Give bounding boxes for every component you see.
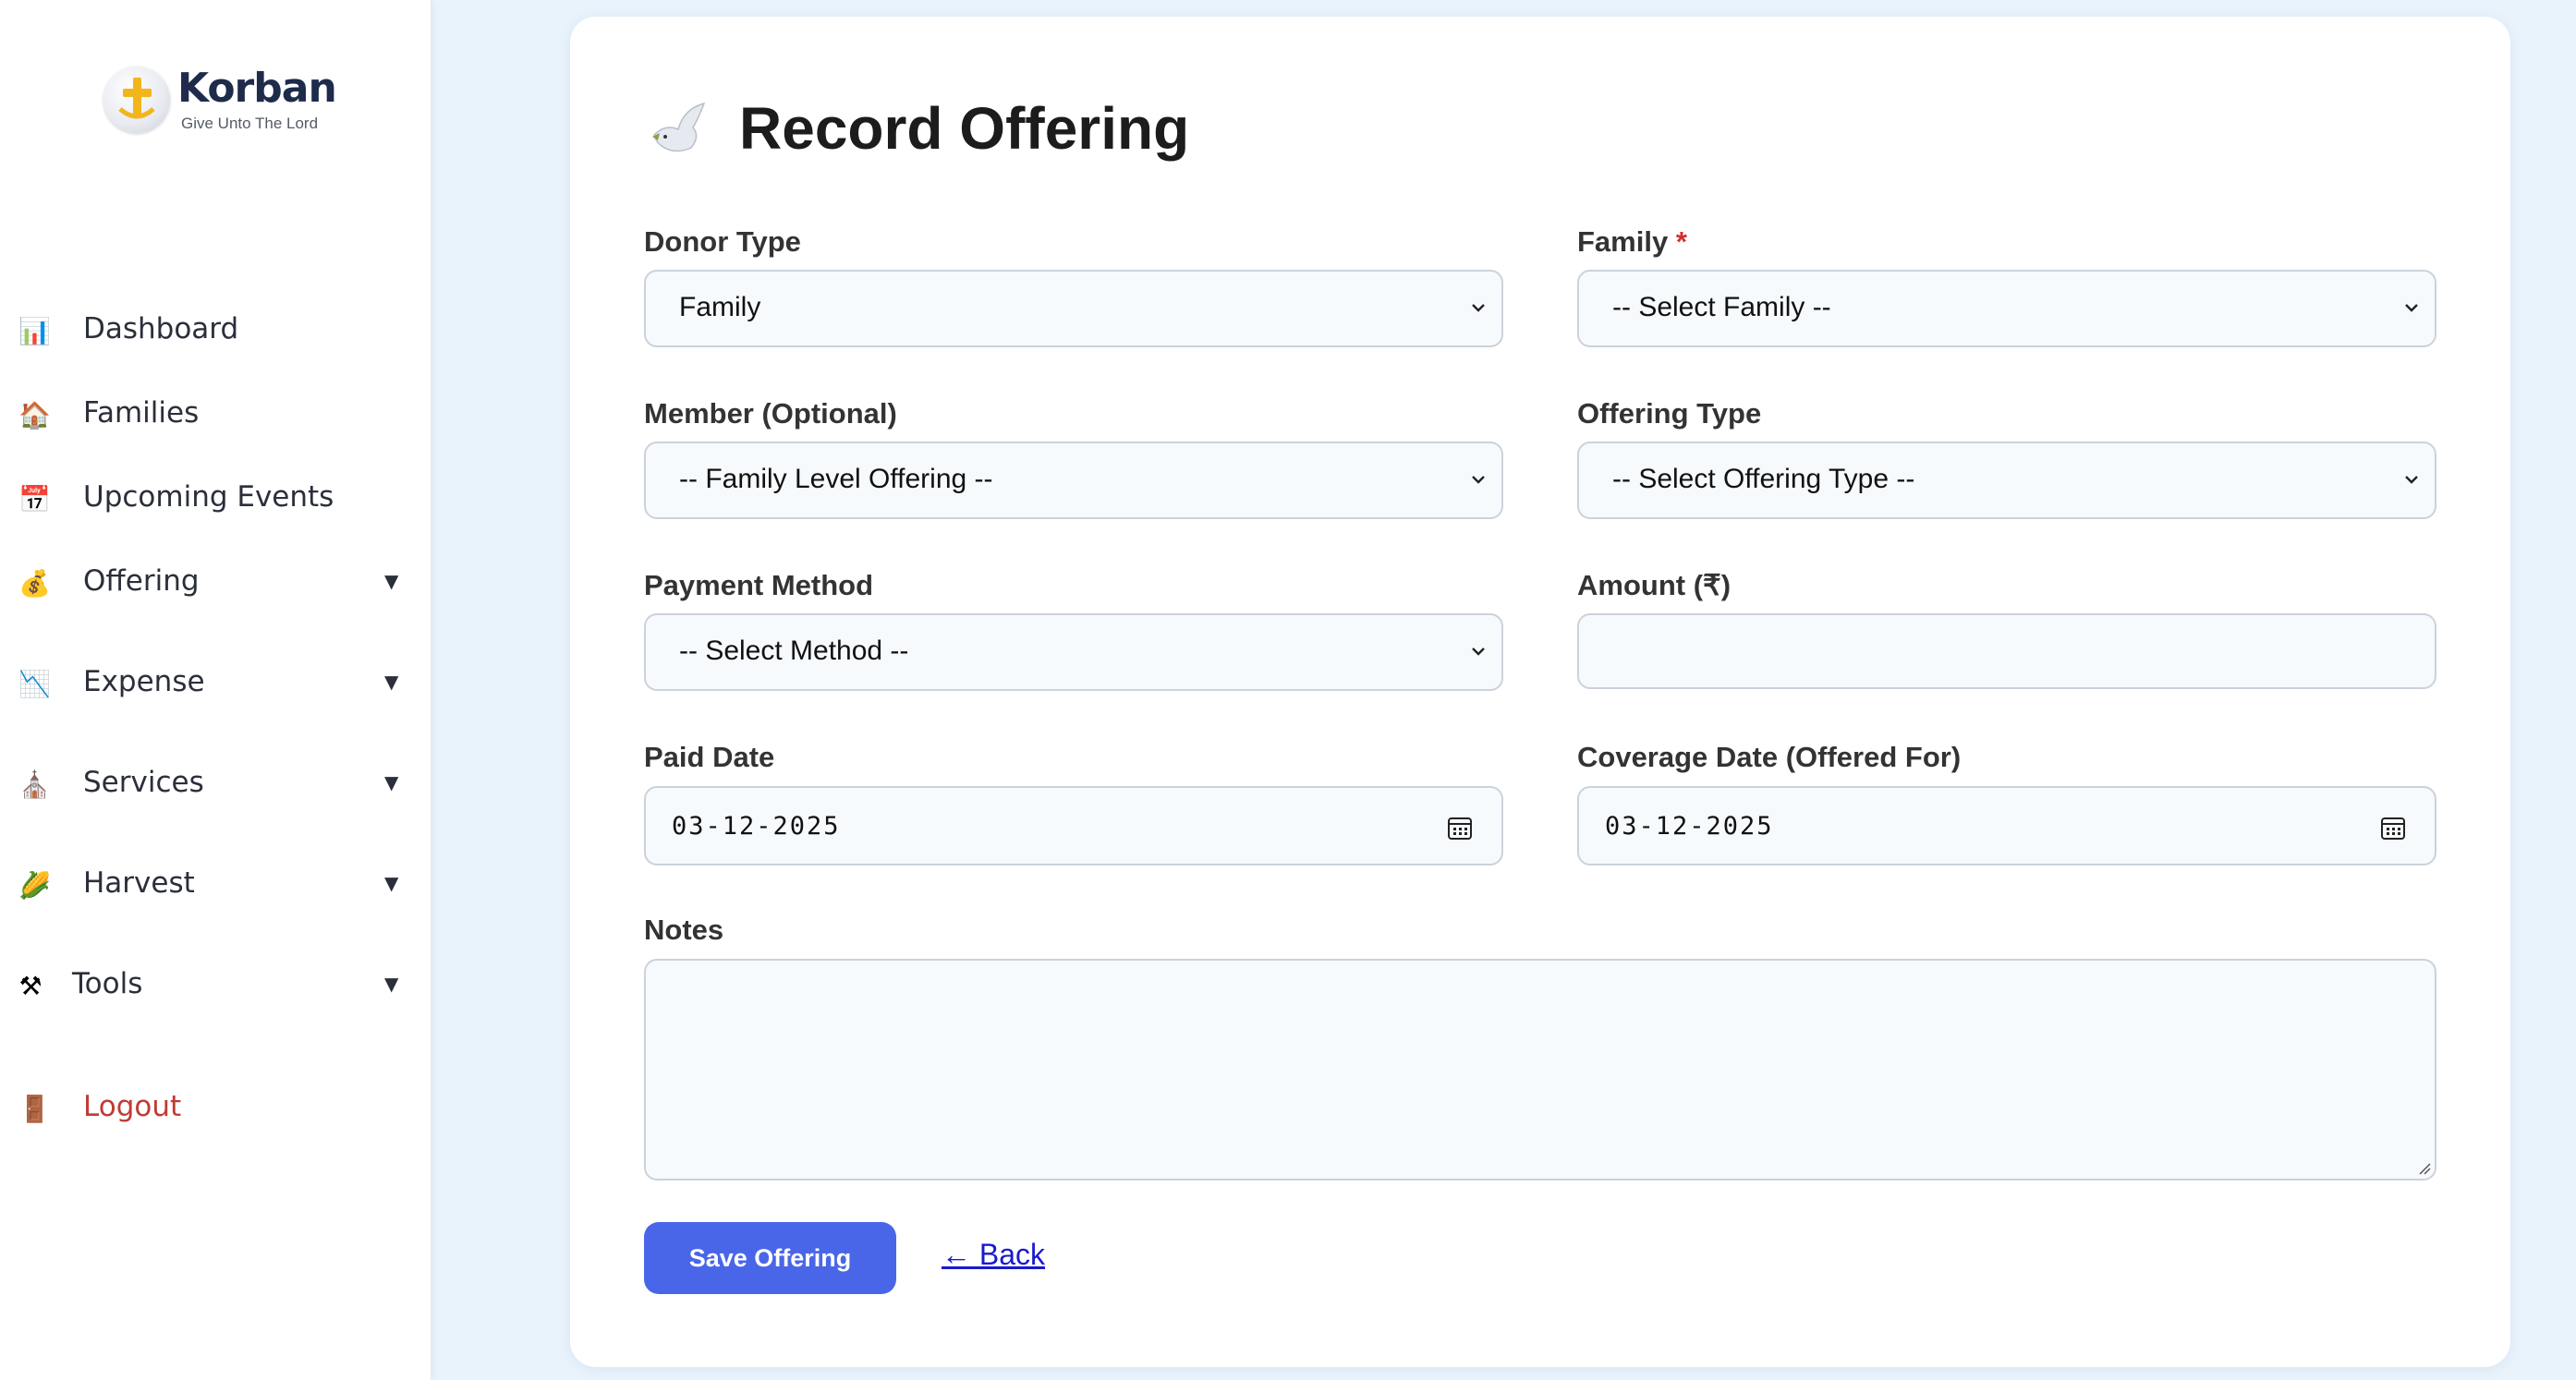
paid-date-input[interactable]: 03-12-2025: [644, 786, 1503, 866]
brand-logo[interactable]: Korban Give Unto The Lord: [103, 65, 337, 139]
calendar-icon[interactable]: [2379, 814, 2407, 841]
member-value: -- Family Level Offering --: [679, 464, 993, 494]
calendar-icon[interactable]: [1446, 814, 1474, 841]
chevron-down-icon: [1472, 648, 1485, 656]
payment-method-label: Payment Method: [644, 569, 874, 601]
chevron-down-icon: [1472, 476, 1485, 484]
caret-down-icon[interactable]: ▼: [384, 872, 398, 894]
sidebar-item-upcoming-events[interactable]: 📅 Upcoming Events: [0, 464, 431, 528]
paid-date-label: Paid Date: [644, 741, 775, 773]
sidebar-item-label: Offering: [83, 564, 200, 598]
offering-type-value: -- Select Offering Type --: [1612, 464, 1915, 494]
back-link[interactable]: ← Back: [942, 1238, 1045, 1272]
brand-tagline: Give Unto The Lord: [181, 115, 319, 132]
sidebar-item-label: Expense: [83, 665, 205, 698]
member-select[interactable]: -- Family Level Offering --: [644, 442, 1503, 519]
family-label-text: Family: [1577, 225, 1669, 258]
sidebar-item-harvest[interactable]: 🌽 Harvest ▼: [0, 850, 431, 914]
chevron-down-icon: [1472, 304, 1485, 312]
sidebar: Korban Give Unto The Lord 📊 Dashboard 🏠 …: [0, 0, 431, 1380]
offering-type-label: Offering Type: [1577, 397, 1762, 430]
sidebar-item-expense[interactable]: 📉 Expense ▼: [0, 648, 431, 713]
sidebar-item-label: Harvest: [83, 866, 195, 900]
cross-icon: [118, 78, 155, 119]
coverage-date-input[interactable]: 03-12-2025: [1577, 786, 2436, 866]
sidebar-item-logout[interactable]: 🚪 Logout: [0, 1073, 431, 1138]
logout-label: Logout: [83, 1090, 182, 1123]
house-icon: 🏠: [18, 400, 51, 430]
coverage-date-value: 03-12-2025: [1605, 812, 1774, 841]
member-label: Member (Optional): [644, 397, 897, 430]
offering-type-select[interactable]: -- Select Offering Type --: [1577, 442, 2436, 519]
corn-icon: 🌽: [18, 870, 51, 901]
donor-type-select[interactable]: Family: [644, 270, 1503, 347]
notes-textarea[interactable]: [644, 959, 2436, 1180]
sidebar-item-label: Dashboard: [83, 312, 239, 345]
sidebar-item-offering[interactable]: 💰 Offering ▼: [0, 548, 431, 612]
save-offering-button[interactable]: Save Offering: [644, 1222, 896, 1294]
required-marker: *: [1675, 225, 1687, 258]
sidebar-item-label: Upcoming Events: [83, 480, 334, 514]
family-label: Family *: [1577, 225, 1687, 259]
donor-type-value: Family: [679, 292, 761, 322]
sidebar-item-label: Services: [83, 766, 204, 799]
sidebar-item-services[interactable]: ⛪ Services ▼: [0, 749, 431, 814]
family-value: -- Select Family --: [1612, 292, 1831, 322]
sidebar-item-dashboard[interactable]: 📊 Dashboard: [0, 296, 431, 360]
sidebar-item-label: Families: [83, 396, 200, 430]
door-icon: 🚪: [18, 1094, 51, 1124]
resize-handle-icon[interactable]: [2416, 1160, 2431, 1175]
brand-name: Korban: [177, 65, 337, 112]
payment-method-select[interactable]: -- Select Method --: [644, 613, 1503, 691]
dove-icon: [652, 102, 706, 152]
caret-down-icon[interactable]: ▼: [384, 973, 398, 995]
payment-method-value: -- Select Method --: [679, 636, 909, 666]
paid-date-value: 03-12-2025: [672, 812, 841, 841]
money-bag-icon: 💰: [18, 568, 51, 599]
caret-down-icon[interactable]: ▼: [384, 671, 398, 693]
sidebar-item-label: Tools: [72, 967, 143, 1000]
notes-label: Notes: [644, 914, 724, 946]
chevron-down-icon: [2405, 304, 2418, 312]
caret-down-icon[interactable]: ▼: [384, 570, 398, 592]
donor-type-label: Donor Type: [644, 225, 801, 258]
page-title: Record Offering: [739, 95, 1190, 162]
chevron-down-icon: [2405, 476, 2418, 484]
amount-input[interactable]: [1577, 613, 2436, 689]
chart-decreasing-icon: 📉: [18, 669, 51, 699]
bar-chart-icon: 📊: [18, 316, 51, 346]
hammer-wrench-icon: ⚒: [18, 971, 43, 1001]
amount-label: Amount (₹): [1577, 569, 1732, 601]
family-select[interactable]: -- Select Family --: [1577, 270, 2436, 347]
sidebar-item-families[interactable]: 🏠 Families: [0, 380, 431, 444]
sidebar-item-tools[interactable]: ⚒ Tools ▼: [0, 950, 431, 1015]
caret-down-icon[interactable]: ▼: [384, 771, 398, 793]
coverage-date-label: Coverage Date (Offered For): [1577, 741, 1962, 773]
church-icon: ⛪: [18, 769, 51, 800]
calendar-icon: 📅: [18, 484, 51, 514]
